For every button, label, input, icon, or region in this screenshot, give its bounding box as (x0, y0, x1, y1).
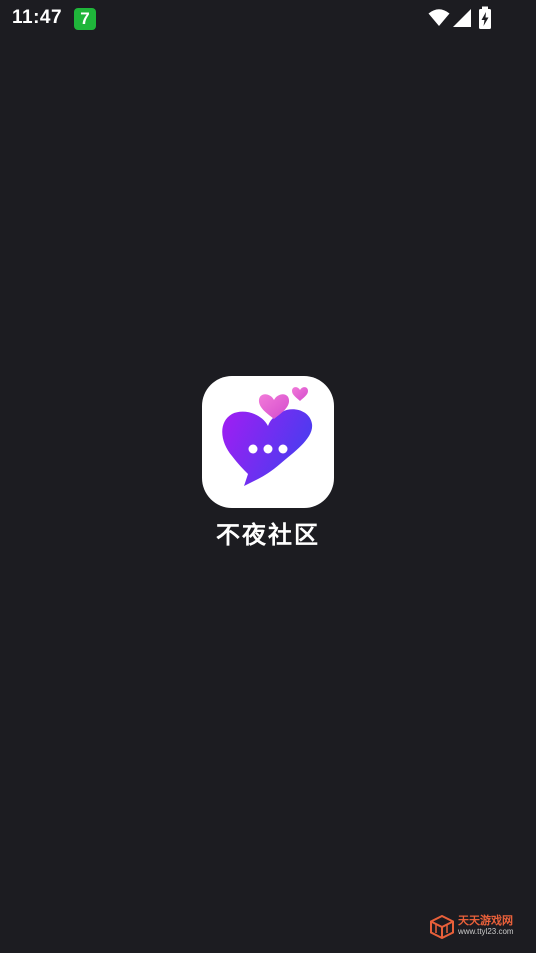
app-logo (202, 376, 334, 508)
status-icons (428, 6, 498, 30)
watermark-url: www.ttyl23.com (458, 927, 514, 936)
heart-chat-logo-icon (222, 387, 313, 486)
notification-badge-icon: 7 (74, 8, 96, 30)
app-name: 不夜社区 (216, 521, 320, 549)
watermark: 天天游戏网 www.ttyl23.com (430, 913, 530, 941)
cube-logo-icon (430, 915, 454, 939)
signal-icon (453, 9, 471, 27)
wifi-icon (428, 9, 450, 26)
battery-charging-icon (479, 6, 491, 29)
status-bar: 11:47 7 (0, 0, 536, 36)
status-time: 11:47 (12, 7, 63, 28)
watermark-name: 天天游戏网 (458, 914, 513, 927)
splash-screen: 11:47 7 不夜社区 天天游戏网 www.ttyl23.com (0, 0, 536, 953)
